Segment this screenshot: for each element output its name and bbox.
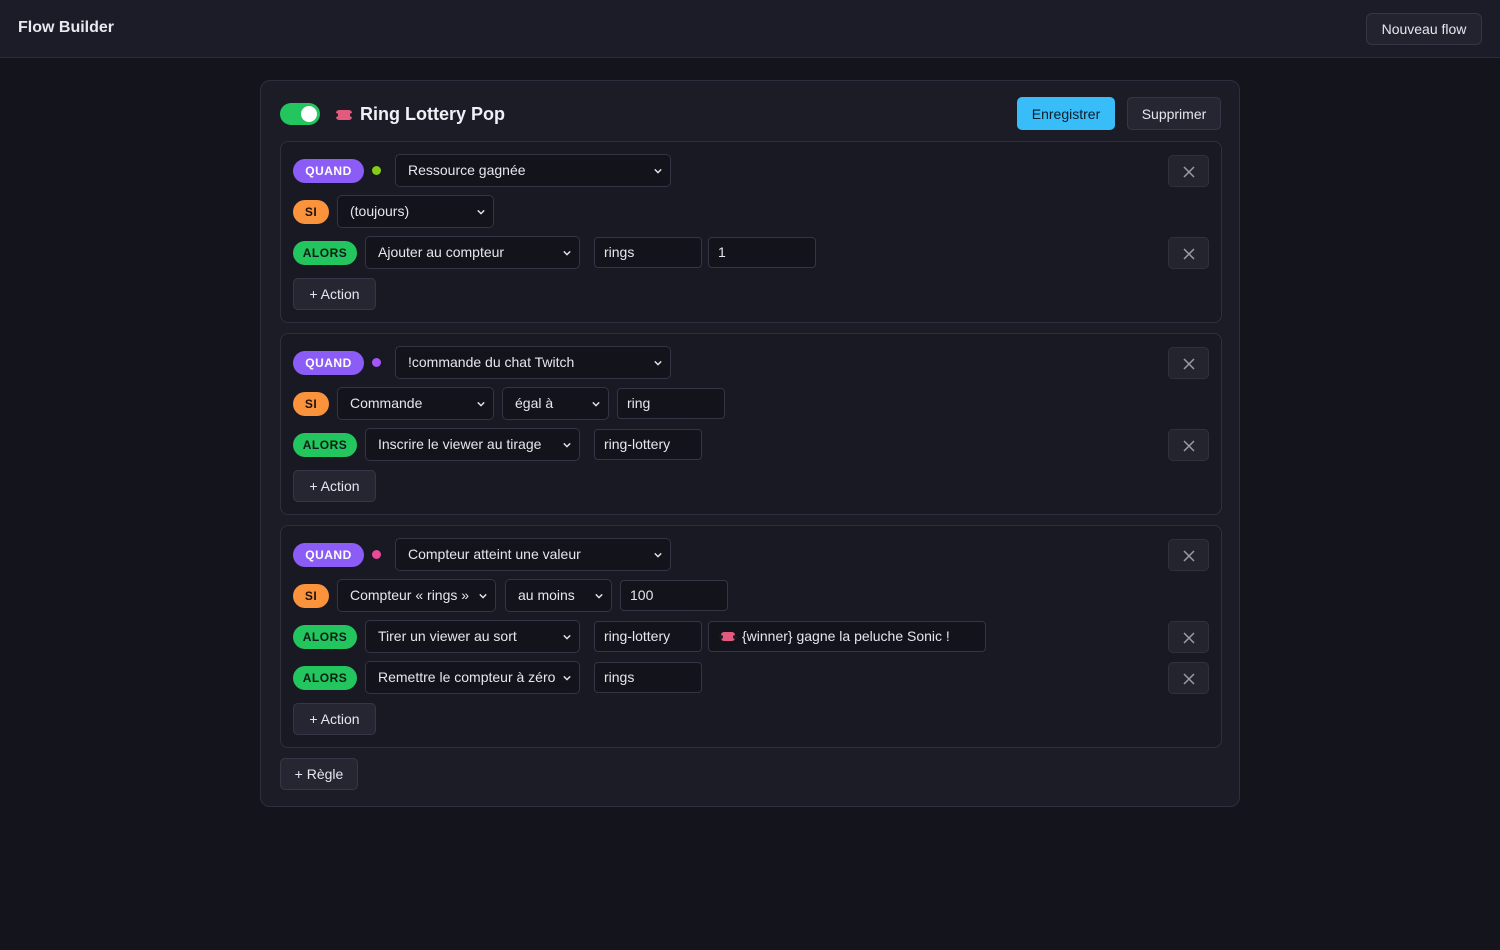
trigger-select-value: Compteur atteint une valeur (408, 546, 581, 562)
if-pill: SI (293, 584, 329, 608)
condition-value-input[interactable]: ring (617, 388, 725, 419)
trigger-select-value: !commande du chat Twitch (408, 354, 575, 370)
add-action-button[interactable]: + Action (293, 470, 376, 502)
chevron-down-icon (563, 634, 571, 640)
then-pill: ALORS (293, 666, 357, 690)
remove-action-button[interactable] (1168, 237, 1209, 269)
action-select-value: Tirer un viewer au sort (378, 628, 517, 644)
close-icon (1183, 550, 1195, 562)
top-bar: Flow Builder Nouveau flow (0, 0, 1500, 58)
flow-title-wrap: Ring Lottery Pop (334, 104, 505, 125)
trigger-select[interactable]: Compteur atteint une valeur (395, 538, 671, 571)
then-pill: ALORS (293, 241, 357, 265)
when-pill: QUAND (293, 543, 364, 567)
trigger-select[interactable]: !commande du chat Twitch (395, 346, 671, 379)
remove-action-button[interactable] (1168, 662, 1209, 694)
chevron-down-icon (592, 401, 600, 407)
lottery-name-input[interactable]: ring-lottery (594, 429, 702, 460)
counter-name-value: rings (604, 244, 635, 260)
flow-enabled-toggle[interactable] (280, 103, 320, 125)
if-pill: SI (293, 392, 329, 416)
when-pill: QUAND (293, 351, 364, 375)
action-select[interactable]: Tirer un viewer au sort (365, 620, 580, 653)
if-pill: SI (293, 200, 329, 224)
action-select-value: Remettre le compteur à zéro (378, 669, 556, 685)
remove-trigger-button[interactable] (1168, 155, 1209, 187)
close-icon (1183, 440, 1195, 452)
rule-card: QUAND Ressource gagnée SI (toujours) ALO… (280, 141, 1222, 323)
rule-card: QUAND !commande du chat Twitch SI Comman… (280, 333, 1222, 515)
close-icon (1183, 248, 1195, 260)
chevron-down-icon (595, 593, 603, 599)
condition-value: ring (627, 395, 651, 411)
close-icon (1183, 166, 1195, 178)
remove-action-button[interactable] (1168, 429, 1209, 461)
chevron-down-icon (479, 593, 487, 599)
condition-value-input[interactable]: 100 (620, 580, 728, 611)
operator-select-value: au moins (518, 587, 575, 603)
chevron-down-icon (563, 250, 571, 256)
close-icon (1183, 632, 1195, 644)
ticket-icon (334, 109, 354, 120)
condition-value: 100 (630, 587, 654, 603)
condition-select[interactable]: Compteur « rings » (337, 579, 496, 612)
chevron-down-icon (563, 442, 571, 448)
message-input[interactable]: {winner} gagne la peluche Sonic ! (708, 621, 986, 652)
close-icon (1183, 358, 1195, 370)
add-rule-button[interactable]: + Règle (280, 758, 358, 790)
chevron-down-icon (477, 401, 485, 407)
chevron-down-icon (654, 360, 662, 366)
new-flow-button[interactable]: Nouveau flow (1366, 13, 1482, 45)
delete-button[interactable]: Supprimer (1127, 97, 1221, 130)
operator-select[interactable]: au moins (505, 579, 612, 612)
counter-name-input[interactable]: rings (594, 662, 702, 693)
trigger-status-dot (372, 358, 381, 367)
counter-name-value: rings (604, 669, 635, 685)
trigger-select-value: Ressource gagnée (408, 162, 526, 178)
amount-value: 1 (718, 244, 726, 260)
action-select[interactable]: Remettre le compteur à zéro (365, 661, 580, 694)
trigger-select[interactable]: Ressource gagnée (395, 154, 671, 187)
operator-select[interactable]: égal à (502, 387, 609, 420)
condition-select[interactable]: (toujours) (337, 195, 494, 228)
action-select[interactable]: Ajouter au compteur (365, 236, 580, 269)
when-pill: QUAND (293, 159, 364, 183)
condition-select-value: Compteur « rings » (350, 587, 470, 603)
ticket-icon (719, 632, 737, 641)
lottery-name-value: ring-lottery (604, 628, 671, 644)
amount-input[interactable]: 1 (708, 237, 816, 268)
operator-select-value: égal à (515, 395, 554, 411)
counter-name-input[interactable]: rings (594, 237, 702, 268)
condition-select[interactable]: Commande (337, 387, 494, 420)
action-select-value: Inscrire le viewer au tirage (378, 436, 542, 452)
add-action-button[interactable]: + Action (293, 278, 376, 310)
lottery-name-input[interactable]: ring-lottery (594, 621, 702, 652)
trigger-status-dot (372, 550, 381, 559)
remove-trigger-button[interactable] (1168, 347, 1209, 379)
chevron-down-icon (477, 209, 485, 215)
condition-select-value: Commande (350, 395, 423, 411)
then-pill: ALORS (293, 433, 357, 457)
condition-select-value: (toujours) (350, 203, 410, 219)
toggle-knob (301, 106, 317, 122)
app-title: Flow Builder (18, 19, 114, 36)
remove-trigger-button[interactable] (1168, 539, 1209, 571)
close-icon (1183, 673, 1195, 685)
chevron-down-icon (563, 675, 571, 681)
message-value: {winner} gagne la peluche Sonic ! (742, 628, 950, 644)
trigger-status-dot (372, 166, 381, 175)
add-action-button[interactable]: + Action (293, 703, 376, 735)
rule-card: QUAND Compteur atteint une valeur SI Com… (280, 525, 1222, 748)
save-button[interactable]: Enregistrer (1017, 97, 1115, 130)
flow-title: Ring Lottery Pop (360, 104, 505, 124)
chevron-down-icon (654, 552, 662, 558)
action-select[interactable]: Inscrire le viewer au tirage (365, 428, 580, 461)
action-select-value: Ajouter au compteur (378, 244, 505, 260)
lottery-name-value: ring-lottery (604, 436, 671, 452)
then-pill: ALORS (293, 625, 357, 649)
chevron-down-icon (654, 168, 662, 174)
flow-card: Ring Lottery Pop Enregistrer Supprimer Q… (260, 80, 1240, 807)
remove-action-button[interactable] (1168, 621, 1209, 653)
